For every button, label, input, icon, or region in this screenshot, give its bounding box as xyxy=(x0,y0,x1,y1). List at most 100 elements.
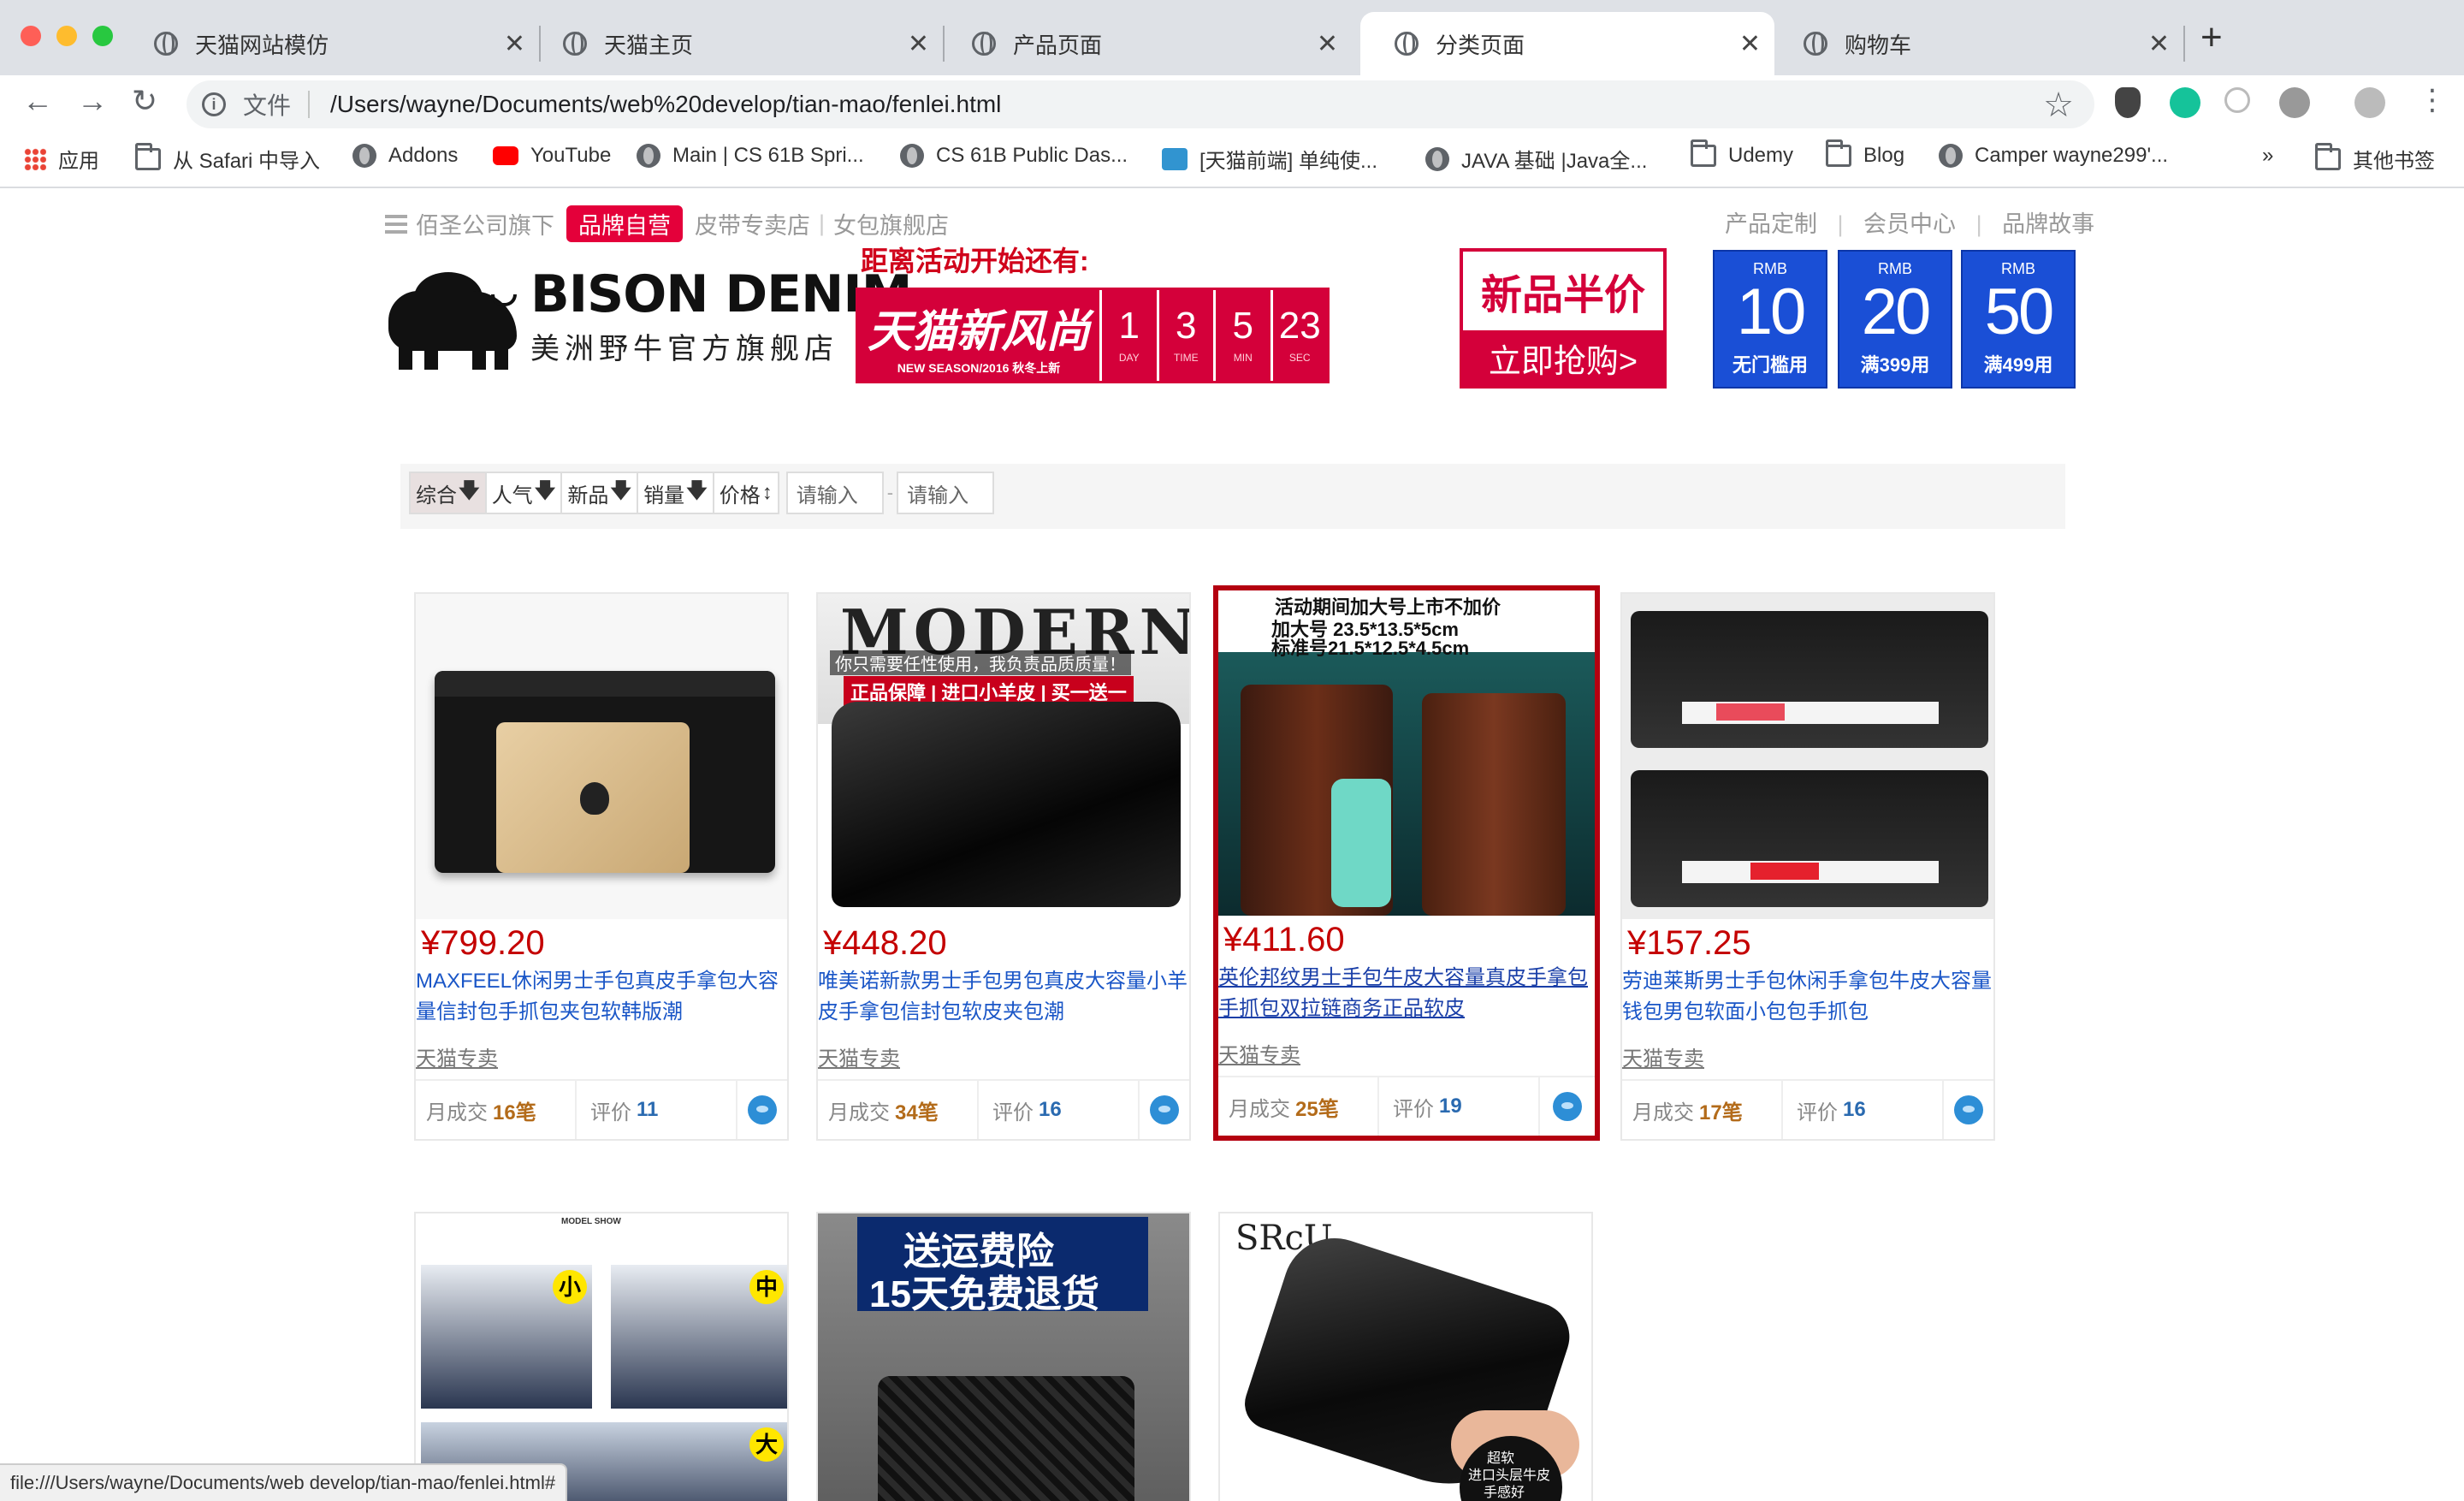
product-image[interactable]: 送运费险 15天免费退货 xyxy=(818,1213,1189,1501)
sort-new-button[interactable]: 新品 🡇 xyxy=(562,472,639,514)
product-image[interactable] xyxy=(1622,594,1993,919)
browser-tab-active[interactable]: 分类页面 ✕ xyxy=(1360,12,1774,75)
product-title-link[interactable]: MAXFEEL休闲男士手包真皮手拿包大容量信封包手抓包夹包软韩版潮 xyxy=(416,963,787,1040)
member-center-link[interactable]: 会员中心 xyxy=(1863,211,1956,237)
more-bookmarks-button[interactable]: » xyxy=(2262,144,2273,168)
store-logo[interactable]: BISON DENIM 美洲野牛官方旗舰店 xyxy=(380,265,912,370)
coupon-20[interactable]: RMB 20 满399用 xyxy=(1838,250,1952,389)
close-icon[interactable]: ✕ xyxy=(908,29,929,59)
product-image[interactable]: 活动期间加大号上市不加价 加大号 23.5*13.5*5cm 标准号21.5*1… xyxy=(1218,590,1595,916)
women-bag-store-link[interactable]: 女包旗舰店 xyxy=(833,207,949,240)
sort-comprehensive-button[interactable]: 综合 🡇 xyxy=(409,472,487,514)
countdown-season: NEW SEASON/2016 秋冬上新 xyxy=(897,360,1061,375)
other-bookmarks-folder[interactable]: 其他书签 xyxy=(2315,142,2435,174)
review-value: 16 xyxy=(1843,1098,1866,1121)
review-count[interactable]: 评价 19 xyxy=(1379,1077,1540,1136)
wangwang-chat-icon[interactable] xyxy=(1553,1092,1582,1121)
close-icon[interactable]: ✕ xyxy=(2148,29,2170,59)
buy-now-button[interactable]: 立即抢购> xyxy=(1463,330,1663,385)
shop-link[interactable]: 天猫专卖 xyxy=(1218,1038,1595,1076)
price-range-dash: - xyxy=(886,482,894,503)
brand-self-run-badge[interactable]: 品牌自营 xyxy=(566,205,683,242)
browser-tab[interactable]: 天猫网站模仿 ✕ xyxy=(120,12,541,75)
review-count[interactable]: 评价 11 xyxy=(577,1081,737,1139)
bookmark-item[interactable]: [天猫前端] 单纯使... xyxy=(1162,144,1377,174)
bookmark-item[interactable]: JAVA 基础 |Java全... xyxy=(1425,144,1647,174)
bookmark-label: Addons xyxy=(388,144,459,167)
bookmark-folder[interactable]: Udemy xyxy=(1691,139,1793,168)
product-card[interactable]: MODERN 你只需要任性使用，我负责品质质量！ 正品保障 | 进口小羊皮 | … xyxy=(816,592,1191,1141)
forward-arrow-icon[interactable]: → xyxy=(77,86,108,116)
grammarly-icon[interactable] xyxy=(2170,87,2200,118)
back-arrow-icon[interactable]: ← xyxy=(22,86,53,116)
product-card[interactable]: ¥799.20 MAXFEEL休闲男士手包真皮手拿包大容量信封包手抓包夹包软韩版… xyxy=(414,592,789,1141)
image-caption: 15天免费退货 xyxy=(869,1273,1099,1315)
sort-price-button[interactable]: 价格 ↕ xyxy=(714,472,779,514)
half-price-banner[interactable]: 新品半价 立即抢购> xyxy=(1460,248,1667,389)
belt-store-link[interactable]: 皮带专卖店 xyxy=(695,207,810,240)
wangwang-chat-icon[interactable] xyxy=(748,1095,777,1124)
window-minimize-button[interactable] xyxy=(56,26,77,46)
close-icon[interactable]: ✕ xyxy=(1317,29,1338,59)
countdown-number: 3 xyxy=(1176,305,1197,347)
shop-link[interactable]: 天猫专卖 xyxy=(1622,1041,1993,1079)
bookmark-folder[interactable]: Blog xyxy=(1826,139,1904,168)
shop-link[interactable]: 天猫专卖 xyxy=(416,1041,787,1079)
browser-tab[interactable]: 购物车 ✕ xyxy=(1769,12,2185,75)
sort-popularity-button[interactable]: 人气 🡇 xyxy=(486,472,563,514)
coupon-10[interactable]: RMB 10 无门槛用 xyxy=(1713,250,1827,389)
menu-kebab-icon[interactable]: ⋮ xyxy=(2418,86,2447,115)
product-card[interactable]: MODEL SHOW 小 中 大 xyxy=(414,1212,789,1501)
window-zoom-button[interactable] xyxy=(92,26,113,46)
product-stats: 月成交 17笔 评价 16 xyxy=(1622,1079,1993,1139)
close-icon[interactable]: ✕ xyxy=(1739,29,1761,59)
coupon-amount: 50 xyxy=(1984,276,2055,348)
product-custom-link[interactable]: 产品定制 xyxy=(1725,211,1817,237)
product-image[interactable] xyxy=(416,594,787,919)
bookmark-item[interactable]: Main | CS 61B Spri... xyxy=(637,144,864,168)
bookmark-apps[interactable]: 应用 xyxy=(24,144,99,174)
extension-icon[interactable] xyxy=(2115,87,2141,118)
product-image[interactable]: SRcU 超软 进口头层牛皮 手感好 xyxy=(1220,1213,1591,1501)
info-icon[interactable]: i xyxy=(202,92,226,116)
bookmark-folder[interactable]: 从 Safari 中导入 xyxy=(135,142,321,174)
bookmark-item[interactable]: Addons xyxy=(352,144,458,168)
browser-tab[interactable]: 产品页面 ✕ xyxy=(938,12,1352,75)
bookmark-item[interactable]: YouTube xyxy=(493,144,611,168)
product-title-link[interactable]: 英伦邦纹男士手包牛皮大容量真皮手拿包手抓包双拉链商务正品软皮 xyxy=(1218,959,1595,1036)
profile-avatar-icon[interactable] xyxy=(2354,87,2385,118)
product-title-link[interactable]: 唯美诺新款男士手包男包真皮大容量小羊皮手拿包信封包软皮夹包潮 xyxy=(818,963,1189,1040)
coupon-50[interactable]: RMB 50 满499用 xyxy=(1961,250,2076,389)
address-bar[interactable]: i 文件 /Users/wayne/Documents/web%20develo… xyxy=(187,80,2094,128)
wangwang-chat-icon[interactable] xyxy=(1150,1095,1179,1124)
sort-sales-button[interactable]: 销量 🡇 xyxy=(638,472,714,514)
bookmark-label: 从 Safari 中导入 xyxy=(173,150,321,173)
reload-icon[interactable]: ↻ xyxy=(132,86,157,116)
new-tab-button[interactable]: + xyxy=(2200,19,2223,56)
review-count[interactable]: 评价 16 xyxy=(979,1081,1140,1139)
shop-link[interactable]: 天猫专卖 xyxy=(818,1041,1189,1079)
product-title-link[interactable]: 劳迪莱斯男士手包休闲手拿包牛皮大容量钱包男包软面小包包手抓包 xyxy=(1622,963,1993,1040)
extension-icon[interactable] xyxy=(2224,87,2250,113)
size-badge: 小 xyxy=(553,1270,587,1304)
product-card[interactable]: ¥157.25 劳迪莱斯男士手包休闲手拿包牛皮大容量钱包男包软面小包包手抓包 天… xyxy=(1620,592,1995,1141)
extension-icon[interactable] xyxy=(2279,87,2310,118)
product-card-highlighted[interactable]: 活动期间加大号上市不加价 加大号 23.5*13.5*5cm 标准号21.5*1… xyxy=(1213,585,1600,1141)
window-close-button[interactable] xyxy=(21,26,41,46)
bookmark-item[interactable]: Camper wayne299'... xyxy=(1939,144,2168,168)
bison-logo-icon xyxy=(380,265,530,370)
url-text[interactable]: /Users/wayne/Documents/web%20develop/tia… xyxy=(330,91,1001,118)
product-card[interactable]: SRcU 超软 进口头层牛皮 手感好 xyxy=(1218,1212,1593,1501)
close-icon[interactable]: ✕ xyxy=(504,29,525,59)
product-card[interactable]: 送运费险 15天免费退货 xyxy=(816,1212,1191,1501)
product-image[interactable]: MODEL SHOW 小 中 大 xyxy=(416,1213,787,1501)
max-price-input[interactable]: 请输入 xyxy=(897,472,995,514)
browser-tab[interactable]: 天猫主页 ✕ xyxy=(529,12,945,75)
review-count[interactable]: 评价 16 xyxy=(1783,1081,1944,1139)
min-price-input[interactable]: 请输入 xyxy=(785,472,884,514)
brand-story-link[interactable]: 品牌故事 xyxy=(2002,211,2094,237)
wangwang-chat-icon[interactable] xyxy=(1954,1095,1983,1124)
product-image[interactable]: MODERN 你只需要任性使用，我负责品质质量！ 正品保障 | 进口小羊皮 | … xyxy=(818,594,1189,919)
bookmark-item[interactable]: CS 61B Public Das... xyxy=(900,144,1128,168)
star-icon[interactable]: ☆ xyxy=(2043,86,2074,125)
